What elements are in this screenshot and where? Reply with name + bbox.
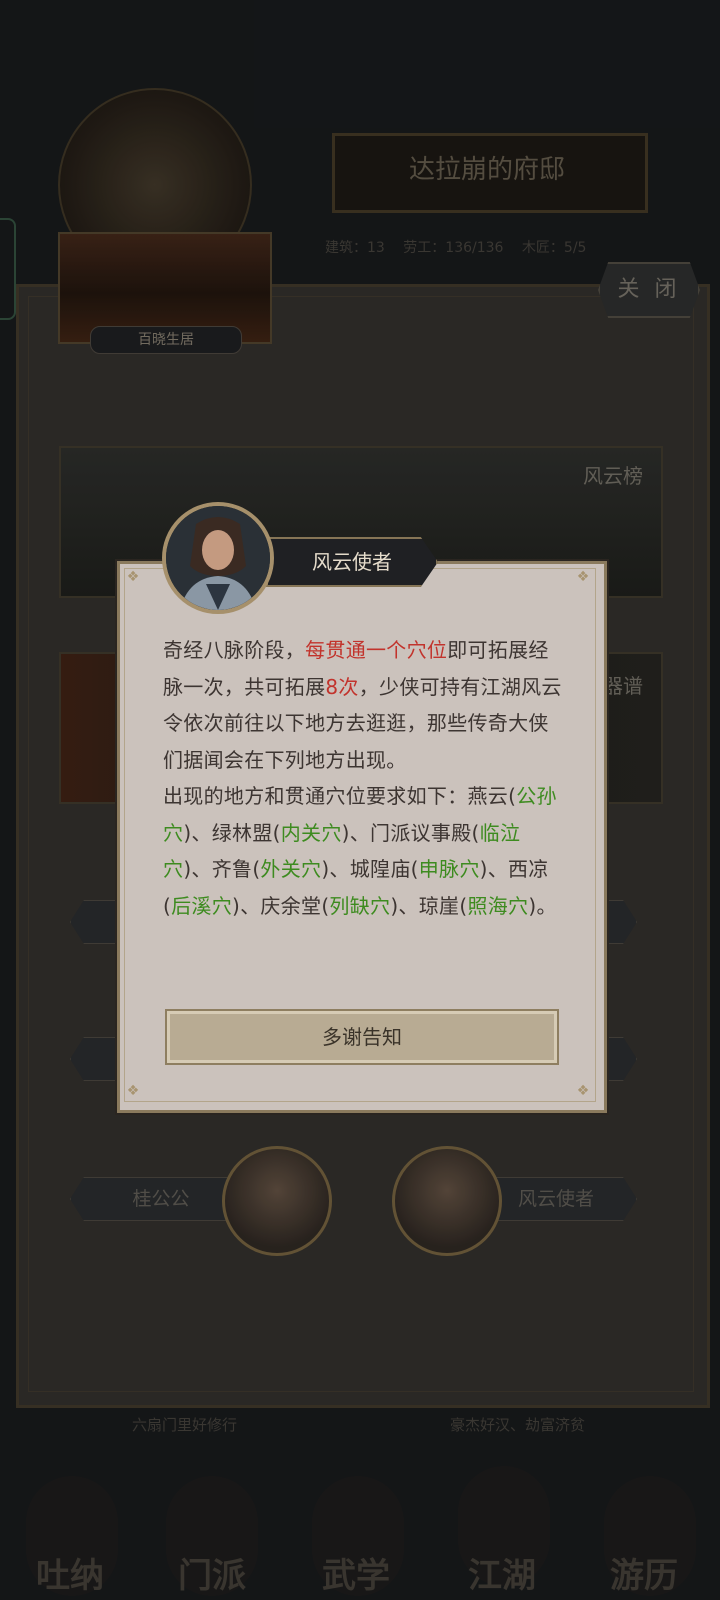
text-segment: )、门派议事殿( — [341, 820, 480, 845]
corner-ornament-icon: ❖ — [576, 1083, 590, 1099]
text-segment: 奇经八脉阶段， — [163, 638, 306, 662]
acupoint-neiguan: 内关穴 — [280, 820, 342, 845]
dialog-message: 奇经八脉阶段，每贯通一个穴位即可拓展经脉一次，共可拓展8次，少侠可持有江湖风云令… — [163, 632, 563, 924]
text-segment: )、庆余堂( — [232, 893, 330, 918]
speaker-name-tag: 风云使者 — [266, 537, 438, 587]
text-segment: 出现的地方和贯通穴位要求如下：燕云( — [163, 784, 517, 808]
acupoint-zhaohai: 照海穴 — [467, 893, 529, 918]
speaker-avatar — [162, 502, 274, 614]
acupoint-shenmai: 申脉穴 — [418, 857, 480, 881]
acupoint-lieque: 列缺穴 — [329, 893, 391, 918]
acupoint-houxi: 后溪穴 — [171, 893, 233, 918]
highlight-acupoint-requirement: 每贯通一个穴位 — [305, 638, 448, 662]
text-segment: )、齐鲁( — [183, 857, 261, 881]
text-segment: )、城隍庙( — [321, 857, 419, 881]
corner-ornament-icon: ❖ — [126, 569, 140, 585]
text-segment: )、琼崖( — [390, 893, 468, 918]
corner-ornament-icon: ❖ — [126, 1083, 140, 1099]
acknowledge-button[interactable]: 多谢告知 — [165, 1009, 559, 1065]
text-segment: )。 — [528, 893, 557, 918]
highlight-expand-count: 8次 — [325, 674, 359, 699]
corner-ornament-icon: ❖ — [576, 569, 590, 585]
text-segment: )、绿林盟( — [183, 820, 281, 845]
acupoint-waiguan: 外关穴 — [260, 857, 322, 881]
envoy-portrait-icon — [166, 506, 270, 610]
